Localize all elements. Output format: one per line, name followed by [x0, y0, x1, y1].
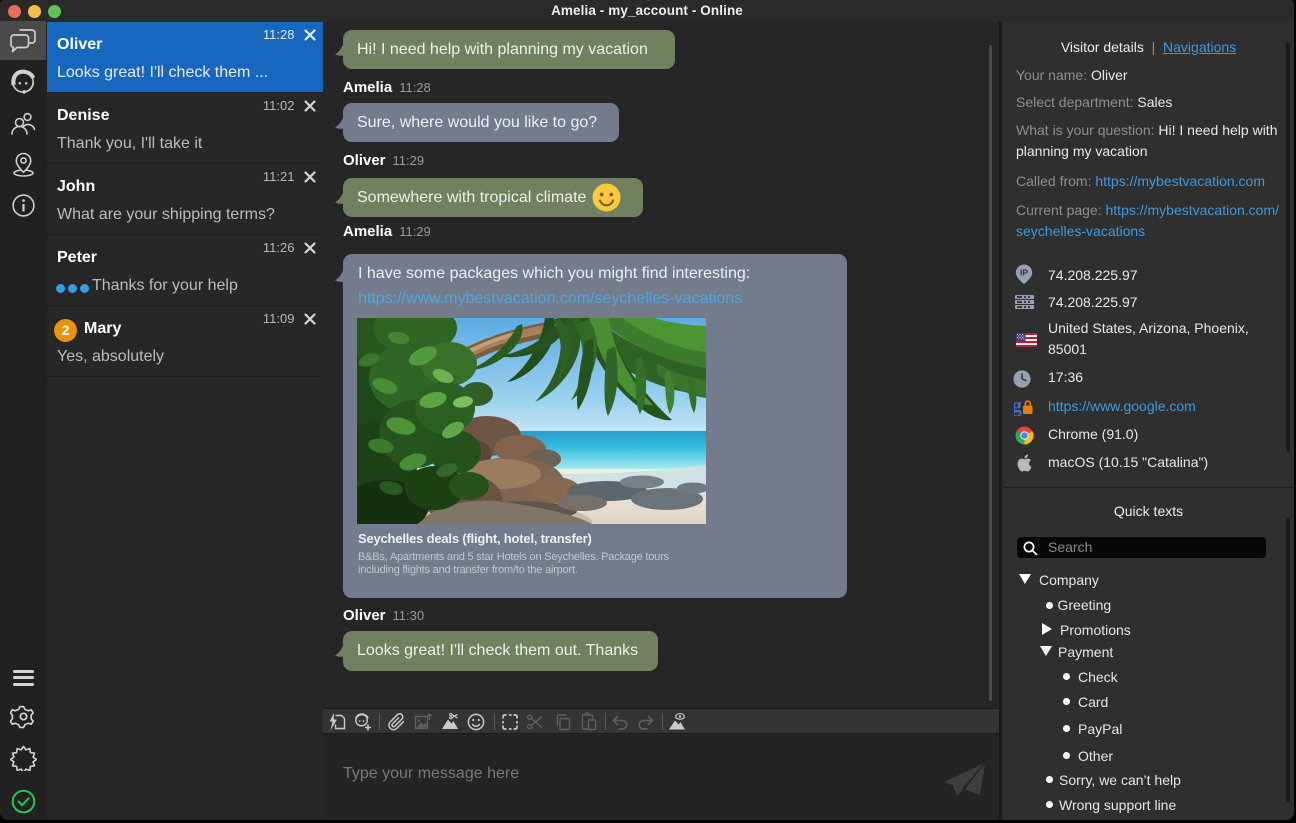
svg-text:IP: IP [1020, 268, 1028, 278]
svg-text:g: g [1014, 396, 1023, 416]
